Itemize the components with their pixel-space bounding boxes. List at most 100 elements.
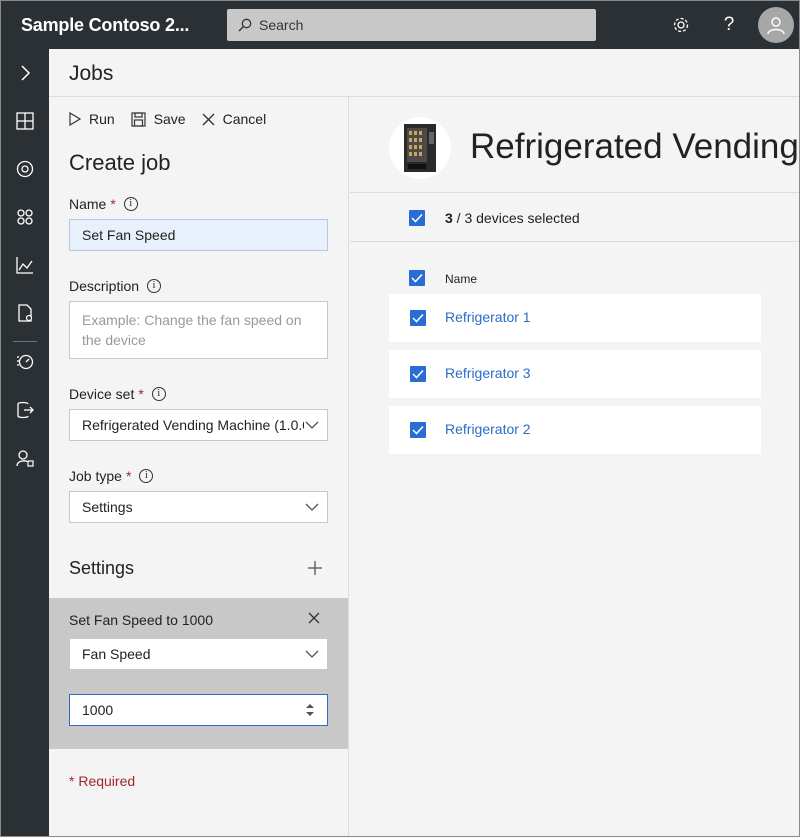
column-header-name[interactable]: Name xyxy=(445,272,477,286)
nav-rules[interactable] xyxy=(1,342,49,382)
spinner-icon[interactable] xyxy=(305,703,315,717)
create-job-title: Create job xyxy=(69,150,171,175)
setting-name: Set Fan Speed to 1000 xyxy=(69,612,213,628)
checkmark-icon xyxy=(412,369,424,379)
run-button[interactable]: Run xyxy=(69,111,115,127)
user-avatar[interactable] xyxy=(758,7,794,43)
run-label: Run xyxy=(89,111,115,127)
gear-icon[interactable] xyxy=(669,13,693,37)
nav-devices[interactable] xyxy=(1,149,49,189)
description-label-text: Description xyxy=(69,278,140,294)
device-set-dropdown[interactable]: Refrigerated Vending Machine (1.0.0) xyxy=(69,409,328,441)
header-checkbox[interactable] xyxy=(409,270,425,286)
chevron-down-icon xyxy=(305,650,319,658)
device-header: Refrigerated Vending Machine xyxy=(350,97,799,193)
device-link[interactable]: Refrigerator 3 xyxy=(445,365,531,381)
save-label: Save xyxy=(153,111,186,127)
nav-dashboard[interactable] xyxy=(1,101,49,141)
chevron-down-icon xyxy=(305,503,319,511)
dashboard-icon xyxy=(16,112,34,130)
setting-property-value: Fan Speed xyxy=(82,646,151,662)
info-icon[interactable]: i xyxy=(139,469,154,483)
job-type-dropdown[interactable]: Settings xyxy=(69,491,328,523)
setting-property-dropdown[interactable]: Fan Speed xyxy=(69,638,328,670)
cancel-label: Cancel xyxy=(222,111,267,127)
play-icon xyxy=(69,112,81,126)
save-icon xyxy=(131,111,146,127)
required-note: * Required xyxy=(69,773,136,789)
row-checkbox[interactable] xyxy=(410,422,426,438)
vending-machine-image xyxy=(389,117,451,179)
users-icon xyxy=(16,450,34,467)
device-link[interactable]: Refrigerator 2 xyxy=(445,421,531,437)
device-selection-panel: Refrigerated Vending Machine 3 / 3 devic… xyxy=(350,97,799,836)
job-type-value: Settings xyxy=(82,499,133,515)
app-frame: Sample Contoso 2... ? xyxy=(0,0,800,837)
nav-analytics[interactable] xyxy=(1,245,49,285)
device-set-label: Device set * i xyxy=(69,386,166,402)
nav-users[interactable] xyxy=(1,438,49,478)
help-icon[interactable]: ? xyxy=(717,13,741,37)
add-setting-button[interactable] xyxy=(307,560,323,581)
app-title[interactable]: Sample Contoso 2... xyxy=(21,15,189,36)
selection-total-text: / 3 devices selected xyxy=(452,210,580,226)
chevron-right-icon xyxy=(21,65,31,81)
info-icon[interactable]: i xyxy=(123,197,138,211)
chevron-down-icon xyxy=(305,421,319,429)
data-export-icon xyxy=(17,401,34,419)
select-all-checkbox[interactable] xyxy=(409,210,425,226)
job-type-label-text: Job type xyxy=(69,468,122,484)
close-icon xyxy=(308,612,320,624)
top-bar: Sample Contoso 2... ? xyxy=(1,1,799,49)
jobs-header: Jobs xyxy=(49,49,799,97)
analytics-icon xyxy=(16,257,33,274)
remove-setting-button[interactable] xyxy=(308,611,320,629)
setting-card: Set Fan Speed to 1000 Fan Speed 1000 xyxy=(49,598,348,749)
name-label-text: Name xyxy=(69,196,107,212)
required-marker: * xyxy=(125,468,132,484)
search-icon xyxy=(238,18,252,32)
checkmark-icon xyxy=(411,273,423,283)
device-template-title: Refrigerated Vending Machine xyxy=(470,127,799,166)
search-box[interactable] xyxy=(227,9,596,41)
left-nav-rail xyxy=(1,49,49,836)
device-set-value: Refrigerated Vending Machine (1.0.0) xyxy=(82,417,304,433)
selection-count: 3 / 3 devices selected xyxy=(445,210,580,226)
info-icon[interactable]: i xyxy=(151,387,166,401)
row-checkbox[interactable] xyxy=(410,310,426,326)
expand-nav-button[interactable] xyxy=(1,53,49,93)
required-marker: * xyxy=(110,196,116,212)
plus-icon xyxy=(308,561,322,575)
nav-device-templates[interactable] xyxy=(1,293,49,333)
device-templates-icon xyxy=(18,304,33,322)
search-input[interactable] xyxy=(259,9,589,41)
rules-icon xyxy=(17,354,34,370)
device-link[interactable]: Refrigerator 1 xyxy=(445,309,531,325)
info-icon[interactable]: i xyxy=(147,279,162,293)
nav-device-groups[interactable] xyxy=(1,197,49,237)
cancel-button[interactable]: Cancel xyxy=(202,111,267,127)
job-toolbar: Run Save Cancel xyxy=(69,107,282,131)
user-icon xyxy=(767,17,785,35)
create-job-panel: Run Save Cancel Create job Name * i Set … xyxy=(49,97,349,836)
selected-count: 3 xyxy=(445,210,453,226)
table-row[interactable]: Refrigerator 2 xyxy=(389,406,761,454)
checkmark-icon xyxy=(412,425,424,435)
table-row[interactable]: Refrigerator 3 xyxy=(389,350,761,398)
checkmark-icon xyxy=(411,213,423,223)
setting-value-input[interactable]: 1000 xyxy=(69,694,328,726)
table-row[interactable]: Refrigerator 1 xyxy=(389,294,761,342)
settings-heading: Settings xyxy=(69,558,135,578)
device-set-label-text: Device set xyxy=(69,386,135,402)
job-type-label: Job type * i xyxy=(69,468,154,484)
name-field[interactable]: Set Fan Speed xyxy=(69,219,328,251)
close-icon xyxy=(202,113,215,125)
description-field[interactable]: Example: Change the fan speed on the dev… xyxy=(69,301,328,359)
nav-data-export[interactable] xyxy=(1,390,49,430)
description-label: Description i xyxy=(69,278,162,294)
name-label: Name * i xyxy=(69,196,138,212)
save-button[interactable]: Save xyxy=(131,111,186,127)
row-checkbox[interactable] xyxy=(410,366,426,382)
required-marker: * xyxy=(138,386,144,402)
devices-icon xyxy=(16,160,34,178)
